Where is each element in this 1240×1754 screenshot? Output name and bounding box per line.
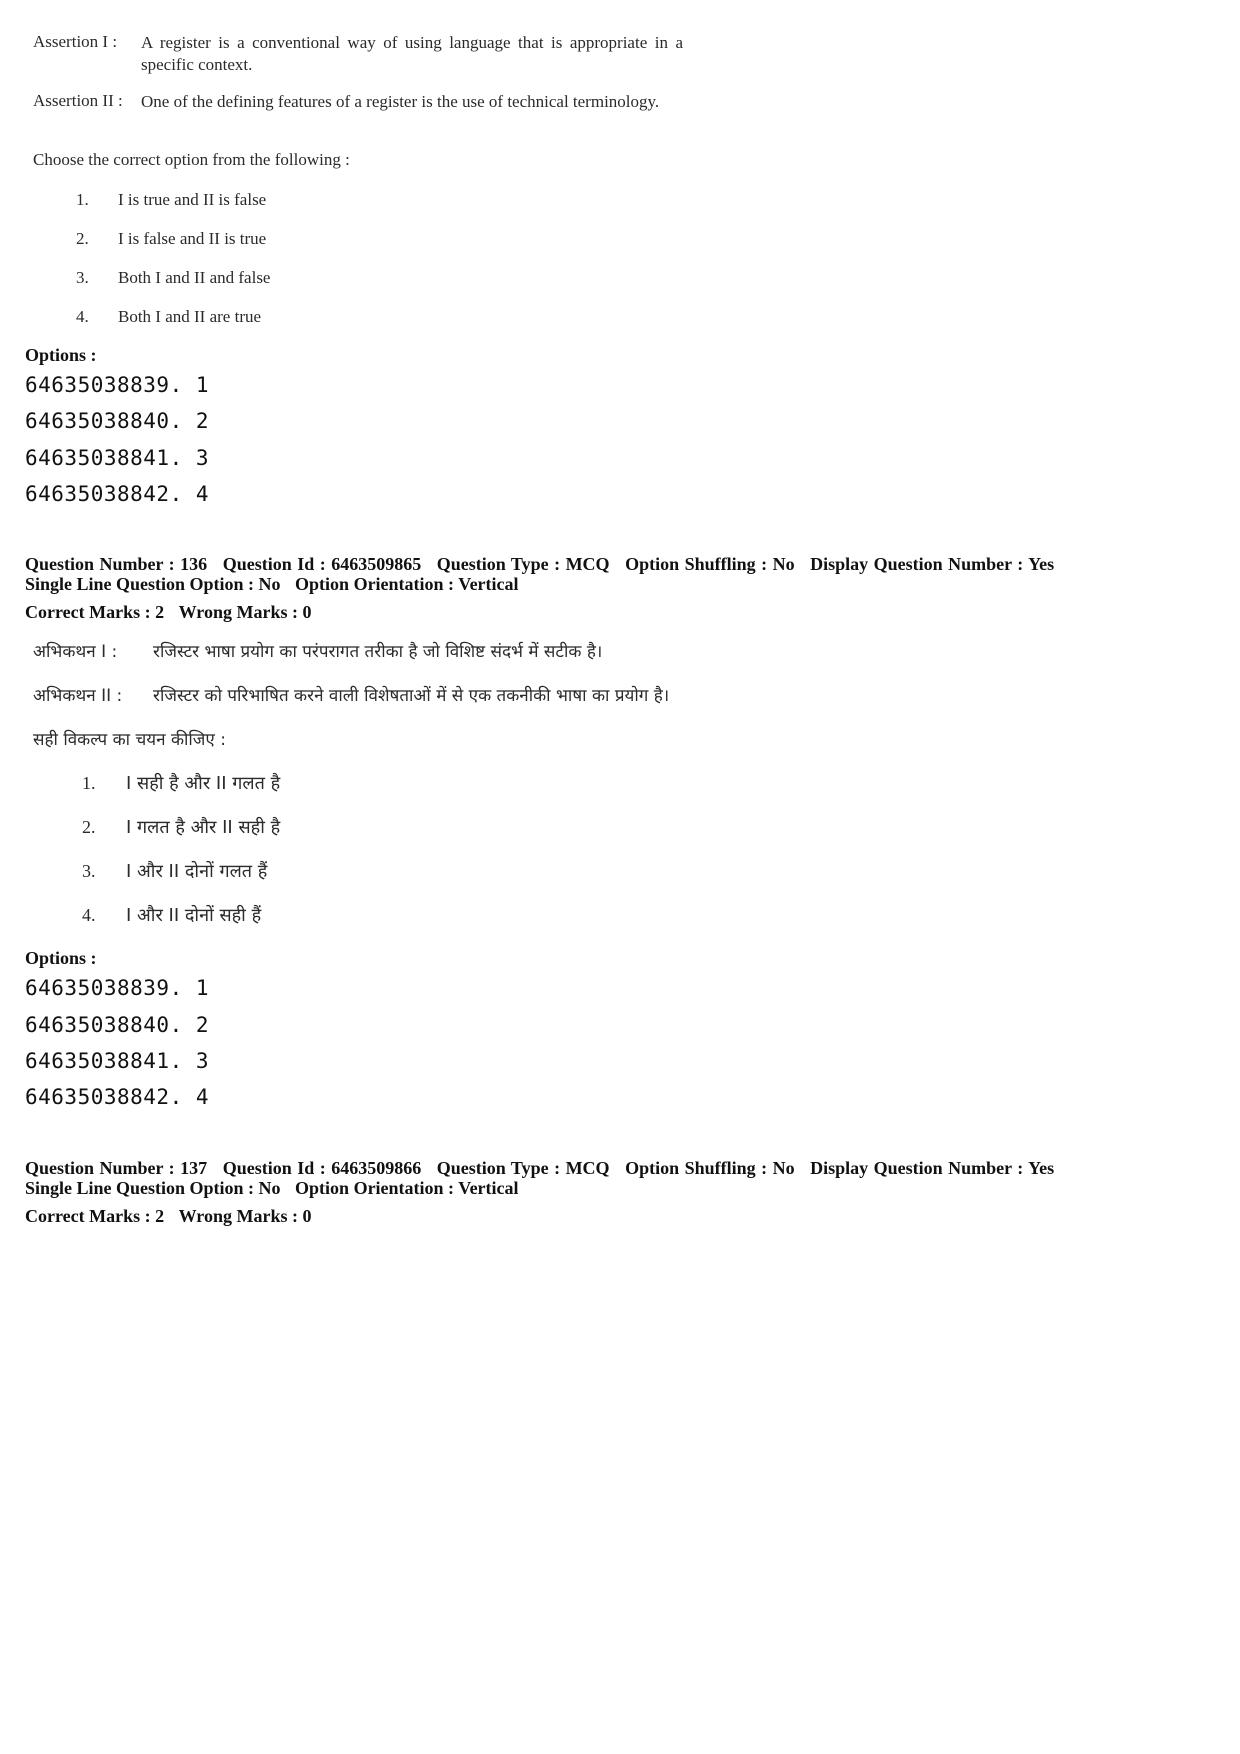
- single-line-option: Single Line Question Option : No: [25, 574, 281, 594]
- choice-text: I गलत है और II सही है: [126, 817, 281, 838]
- option-shuffling: Option Shuffling : No: [625, 1158, 795, 1178]
- choice-text: I और II दोनों सही हैं: [126, 905, 262, 926]
- choice-1: 1. I is true and II is false: [76, 190, 266, 210]
- question-136-meta-line-2: Single Line Question Option : No Option …: [25, 574, 519, 594]
- question-id: Question Id : 6463509866: [222, 1158, 422, 1178]
- hindi-assertion-1-label: अभिकथन I :: [33, 642, 118, 662]
- question-137-meta-line-2: Single Line Question Option : No Option …: [25, 1178, 519, 1198]
- choice-text: I और II दोनों गलत हैं: [126, 861, 268, 882]
- assertion-2-text: One of the defining features of a regist…: [141, 92, 660, 111]
- hindi-assertion-2: अभिकथन II : रजिस्टर को परिभाषित करने वाल…: [33, 683, 669, 706]
- question-number: Question Number : 137: [25, 1158, 208, 1178]
- choice-number: 2.: [82, 817, 96, 837]
- choice-number: 4.: [82, 905, 96, 925]
- option-orientation: Option Orientation : Vertical: [295, 574, 519, 594]
- option-id-3: 64635038841. 3: [25, 1049, 210, 1073]
- question-136-meta-line-1: Question Number : 136 Question Id : 6463…: [25, 554, 1054, 574]
- display-question-number: Display Question Number : Yes: [810, 554, 1055, 574]
- options-label: Options :: [25, 345, 97, 365]
- assertion-1-label: Assertion I :: [33, 32, 118, 51]
- option-id-4: 64635038842. 4: [25, 1085, 210, 1109]
- assertion-1: Assertion I : A register is a convention…: [33, 32, 683, 76]
- assertion-2-label: Assertion II :: [33, 91, 123, 110]
- option-id-3: 64635038841. 3: [25, 446, 210, 470]
- hindi-assertion-1-text: रजिस्टर भाषा प्रयोग का परंपरागत तरीका है…: [153, 642, 603, 662]
- question-type: Question Type : MCQ: [436, 1158, 610, 1178]
- choice-4: 4. Both I and II are true: [76, 307, 261, 327]
- hindi-assertion-2-label: अभिकथन II :: [33, 686, 123, 706]
- choice-text: I सही है और II गलत है: [126, 773, 281, 794]
- choice-number: 1.: [76, 190, 89, 209]
- hindi-instruction: सही विकल्प का चयन कीजिए :: [33, 730, 226, 750]
- hindi-assertion-1: अभिकथन I : रजिस्टर भाषा प्रयोग का परंपरा…: [33, 639, 602, 662]
- option-shuffling: Option Shuffling : No: [625, 554, 795, 574]
- correct-marks: Correct Marks : 2: [25, 1206, 165, 1226]
- question-number: Question Number : 136: [25, 554, 208, 574]
- hindi-choice-1: 1. I सही है और II गलत है: [82, 771, 280, 795]
- option-id-1: 64635038839. 1: [25, 976, 210, 1000]
- options-label: Options :: [25, 948, 97, 968]
- choice-text: I is true and II is false: [118, 190, 267, 209]
- hindi-choice-2: 2. I गलत है और II सही है: [82, 815, 280, 839]
- assertion-2: Assertion II : One of the defining featu…: [33, 91, 683, 113]
- choice-number: 2.: [76, 229, 89, 248]
- option-id-2: 64635038840. 2: [25, 1013, 210, 1037]
- option-orientation: Option Orientation : Vertical: [295, 1178, 519, 1198]
- question-id: Question Id : 6463509865: [222, 554, 422, 574]
- wrong-marks: Wrong Marks : 0: [178, 1206, 312, 1226]
- single-line-option: Single Line Question Option : No: [25, 1178, 281, 1198]
- question-137-meta-line-1: Question Number : 137 Question Id : 6463…: [25, 1158, 1054, 1178]
- choice-text: Both I and II are true: [118, 307, 262, 326]
- option-id-2: 64635038840. 2: [25, 409, 210, 433]
- option-id-4: 64635038842. 4: [25, 482, 210, 506]
- choice-number: 3.: [82, 861, 96, 881]
- choice-number: 3.: [76, 268, 89, 287]
- wrong-marks: Wrong Marks : 0: [178, 602, 312, 622]
- choice-text: Both I and II and false: [118, 268, 271, 287]
- choice-number: 1.: [82, 773, 96, 793]
- hindi-choice-3: 3. I और II दोनों गलत हैं: [82, 859, 267, 883]
- hindi-choice-4: 4. I और II दोनों सही हैं: [82, 903, 261, 927]
- choice-number: 4.: [76, 307, 89, 326]
- hindi-assertion-2-text: रजिस्टर को परिभाषित करने वाली विशेषताओं …: [153, 686, 670, 706]
- choice-2: 2. I is false and II is true: [76, 229, 266, 249]
- choice-3: 3. Both I and II and false: [76, 268, 270, 288]
- question-136-marks: Correct Marks : 2 Wrong Marks : 0: [25, 602, 311, 622]
- assertion-1-text: A register is a conventional way of usin…: [141, 33, 683, 74]
- question-type: Question Type : MCQ: [436, 554, 610, 574]
- option-id-1: 64635038839. 1: [25, 373, 210, 397]
- choice-text: I is false and II is true: [118, 229, 267, 248]
- question-137-marks: Correct Marks : 2 Wrong Marks : 0: [25, 1206, 311, 1226]
- correct-marks: Correct Marks : 2: [25, 602, 165, 622]
- display-question-number: Display Question Number : Yes: [810, 1158, 1055, 1178]
- instruction: Choose the correct option from the follo…: [33, 150, 350, 169]
